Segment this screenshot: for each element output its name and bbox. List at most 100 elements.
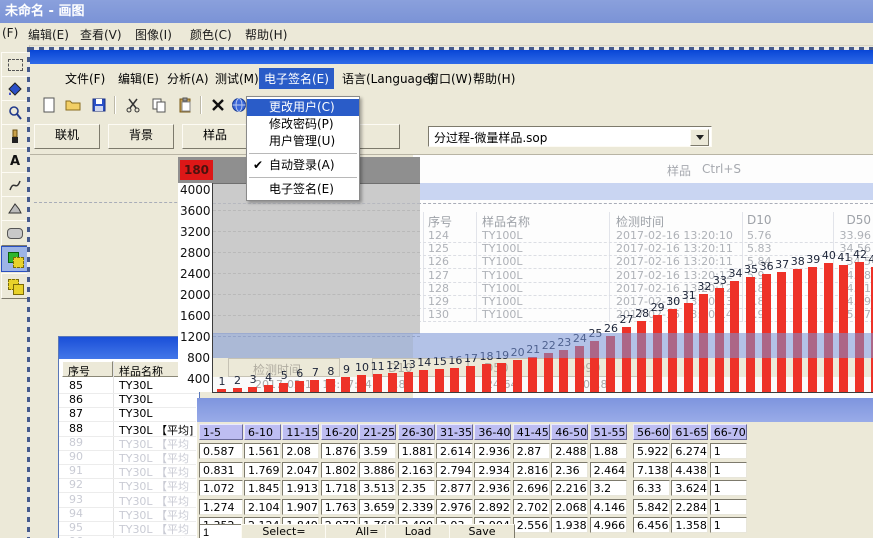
dist-cell[interactable]: 3.2 [590, 480, 627, 496]
dist-cell[interactable]: 1 [710, 462, 747, 478]
dist-cell[interactable]: 7.138 [633, 462, 670, 478]
dist-cell[interactable]: 2.08 [282, 443, 319, 459]
copy-button[interactable] [148, 95, 170, 117]
app-menu-item[interactable]: 文件(F) [60, 68, 110, 89]
open-button[interactable] [62, 95, 84, 117]
paint-menu-item[interactable]: 图像(I) [135, 26, 172, 43]
tool-magnifier[interactable] [1, 100, 29, 126]
list-item[interactable]: 89TY30L 【平均 [59, 436, 199, 451]
tool-text[interactable]: A [1, 148, 29, 174]
dist-cell[interactable]: 3.624 [671, 480, 708, 496]
dist-cell[interactable]: 1 [710, 480, 747, 496]
dist-cell[interactable]: 1.88 [590, 443, 627, 459]
dist-cell[interactable]: 2.216 [551, 480, 588, 496]
dist-cell[interactable]: 4.146 [590, 499, 627, 515]
app-menu-item[interactable]: 编辑(E) [113, 68, 164, 89]
dist-cell[interactable]: 0.587 [199, 443, 243, 459]
dist-cell[interactable]: 3.659 [359, 499, 396, 515]
new-button[interactable] [38, 95, 60, 117]
dist-cell[interactable]: 6.274 [671, 443, 708, 459]
dist-cell[interactable]: 2.892 [474, 499, 511, 515]
dist-cell[interactable]: 2.976 [436, 499, 473, 515]
dist-cell[interactable]: 6.33 [633, 480, 670, 496]
app-menu-item[interactable]: 测试(M) [210, 68, 264, 89]
select-button[interactable]: Select= [241, 524, 327, 538]
dist-cell[interactable]: 1 [710, 517, 747, 533]
dist-cell[interactable]: 1.845 [244, 480, 281, 496]
dist-cell[interactable]: 2.464 [590, 462, 627, 478]
paint-menu-item[interactable]: 帮助(H) [245, 26, 287, 43]
dist-cell[interactable]: 5.922 [633, 443, 670, 459]
list-item[interactable]: 86TY30L [59, 393, 199, 408]
menu-item-4[interactable]: ✔自动登录(A) [247, 157, 359, 174]
dist-cell[interactable]: 2.87 [513, 443, 550, 459]
dist-cell[interactable]: 2.702 [513, 499, 550, 515]
paint-menu-item[interactable]: (F) [2, 26, 18, 40]
delete-button[interactable] [207, 95, 229, 117]
dist-cell[interactable]: 1.358 [671, 517, 708, 533]
app-menu-esign[interactable]: 电子签名(E) [259, 68, 334, 89]
tool-object-green[interactable] [1, 246, 29, 272]
dist-cell[interactable]: 1.561 [244, 443, 281, 459]
menu-item-0[interactable]: 更改用户(C) [247, 99, 359, 116]
list-item[interactable]: 95TY30L 【平均 [59, 521, 199, 536]
save-button[interactable]: Save [449, 524, 515, 538]
paint-menu-item[interactable]: 查看(V) [80, 26, 122, 43]
dist-cell[interactable]: 2.556 [513, 517, 550, 533]
dist-cell[interactable]: 2.068 [551, 499, 588, 515]
sop-combobox-dropdown-button[interactable] [690, 129, 709, 146]
dist-cell[interactable]: 2.488 [551, 443, 588, 459]
dist-cell[interactable]: 2.816 [513, 462, 550, 478]
dist-cell[interactable]: 1.881 [398, 443, 435, 459]
sop-combobox[interactable]: 分过程-微量样品.sop [428, 126, 712, 147]
dist-cell[interactable]: 4.438 [671, 462, 708, 478]
dist-cell[interactable]: 1.769 [244, 462, 281, 478]
list-item[interactable]: 92TY30L 【平均 [59, 478, 199, 493]
load-button[interactable]: Load [385, 524, 451, 538]
dist-cell[interactable]: 2.104 [244, 499, 281, 515]
list-item[interactable]: 93TY30L 【平均 [59, 493, 199, 508]
dist-cell[interactable]: 1 [710, 443, 747, 459]
menu-item-1[interactable]: 修改密码(P) [247, 116, 359, 133]
cut-button[interactable] [122, 95, 144, 117]
dist-cell[interactable]: 2.284 [671, 499, 708, 515]
list-item[interactable]: 91TY30L 【平均 [59, 464, 199, 479]
dist-cell[interactable]: 1.274 [199, 499, 243, 515]
tool-brush[interactable] [1, 124, 29, 150]
dist-cell[interactable]: 3.886 [359, 462, 396, 478]
dist-cell[interactable]: 2.35 [398, 480, 435, 496]
dist-cell[interactable]: 2.696 [513, 480, 550, 496]
distribution-table-titlebar[interactable] [197, 398, 873, 422]
paint-menu-item[interactable]: 编辑(E) [28, 26, 69, 43]
dist-cell[interactable]: 1.718 [321, 480, 358, 496]
list-item[interactable]: 87TY30L [59, 407, 199, 422]
dist-cell[interactable]: 1.763 [321, 499, 358, 515]
dist-cell[interactable]: 2.36 [551, 462, 588, 478]
dist-cell[interactable]: 2.877 [436, 480, 473, 496]
dist-cell[interactable]: 3.513 [359, 480, 396, 496]
dist-cell[interactable]: 2.614 [436, 443, 473, 459]
dist-cell[interactable]: 2.934 [474, 462, 511, 478]
button-联机[interactable]: 联机 [34, 124, 100, 149]
tool-fill[interactable] [1, 76, 29, 102]
dist-cell[interactable]: 0.831 [199, 462, 243, 478]
list-item[interactable]: 88TY30L 【平均] [59, 422, 199, 437]
dist-cell[interactable]: 1.913 [282, 480, 319, 496]
button-背景[interactable]: 背景 [108, 124, 174, 149]
list-item[interactable]: 90TY30L 【平均 [59, 450, 199, 465]
dist-cell[interactable]: 2.794 [436, 462, 473, 478]
app-menu-item[interactable]: 帮助(H) [468, 68, 520, 89]
tool-rounded-rect[interactable] [1, 220, 29, 246]
dist-cell[interactable]: 1 [710, 499, 747, 515]
menu-item-2[interactable]: 用户管理(U) [247, 133, 359, 150]
dist-cell[interactable]: 2.339 [398, 499, 435, 515]
dist-cell[interactable]: 1.802 [321, 462, 358, 478]
tool-polygon[interactable] [1, 196, 29, 222]
paint-menu-item[interactable]: 颜色(C) [190, 26, 232, 43]
tool-object-yellow[interactable] [1, 273, 29, 299]
button-样品[interactable]: 样品 [182, 124, 248, 149]
dist-cell[interactable]: 2.047 [282, 462, 319, 478]
tool-free-select[interactable] [1, 52, 29, 78]
menu-item-6[interactable]: 电子签名(E) [247, 181, 359, 198]
dist-cell[interactable]: 5.842 [633, 499, 670, 515]
